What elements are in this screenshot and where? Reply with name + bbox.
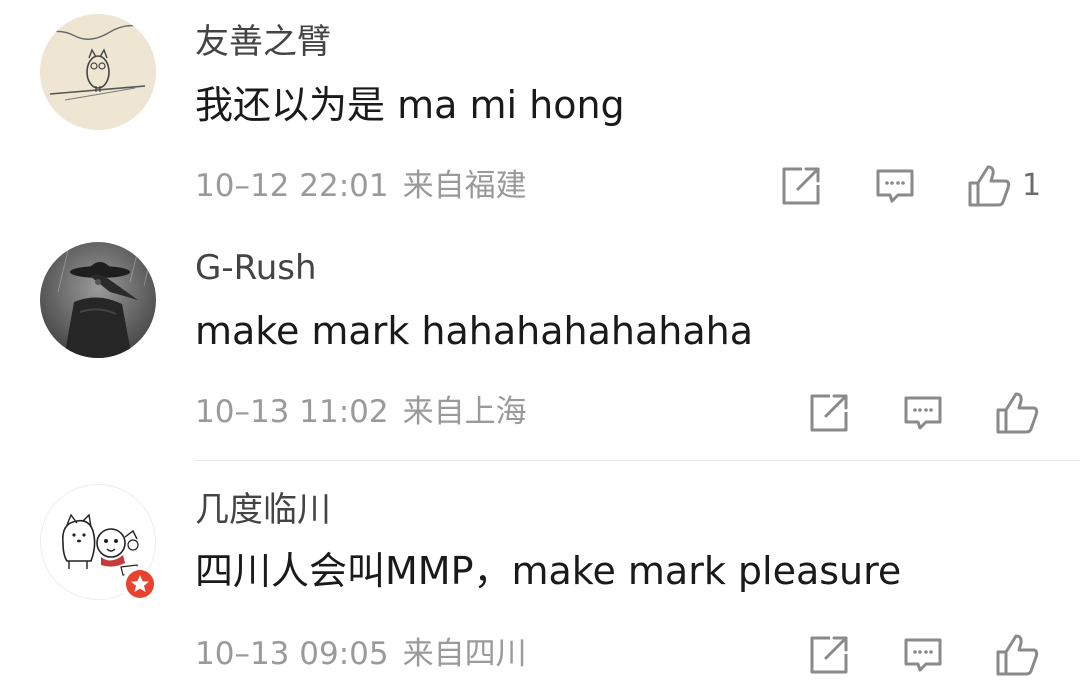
comment-meta: 10–13 11:02 来自上海 — [195, 392, 527, 432]
share-icon — [782, 167, 820, 205]
red-star-badge — [122, 566, 158, 602]
comment-time: 10–13 11:02 — [195, 394, 389, 430]
like-icon — [996, 392, 1039, 434]
comment-icon — [904, 396, 942, 430]
like-button[interactable] — [966, 163, 1012, 209]
comment-time: 10–12 22:01 — [195, 168, 389, 204]
comment-divider — [195, 460, 1080, 461]
comment-time: 10–13 09:05 — [195, 636, 389, 672]
comment-location: 来自上海 — [402, 394, 527, 430]
comment-username[interactable]: 几度临川 — [195, 490, 331, 530]
share-icon — [810, 636, 848, 674]
comment-icon — [904, 638, 942, 672]
comment-location: 来自福建 — [402, 168, 527, 204]
like-icon — [968, 165, 1011, 207]
comment-content: 四川人会叫MMP，make mark pleasure — [195, 549, 902, 593]
comment-username[interactable]: 友善之臂 — [195, 22, 331, 62]
share-button[interactable] — [806, 632, 852, 678]
like-button[interactable] — [994, 632, 1040, 678]
like-count: 1 — [1022, 168, 1042, 203]
reply-button[interactable] — [900, 390, 946, 436]
comment-icon — [876, 169, 914, 203]
comment-location: 来自四川 — [402, 636, 527, 672]
share-icon — [810, 394, 848, 432]
reply-button[interactable] — [900, 632, 946, 678]
share-button[interactable] — [806, 390, 852, 436]
plague-doctor-avatar[interactable] — [40, 242, 156, 358]
comment-content: 我还以为是 ma mi hong — [195, 83, 625, 127]
share-button[interactable] — [778, 163, 824, 209]
like-button[interactable] — [994, 390, 1040, 436]
comment-content: make mark hahahahahahaha — [195, 309, 754, 353]
comment-meta: 10–13 09:05 来自四川 — [195, 634, 527, 674]
like-icon — [996, 634, 1039, 676]
owl-sketch-avatar[interactable] — [40, 14, 156, 130]
comment-username[interactable]: G-Rush — [195, 248, 317, 288]
comment-meta: 10–12 22:01 来自福建 — [195, 166, 527, 206]
reply-button[interactable] — [872, 163, 918, 209]
